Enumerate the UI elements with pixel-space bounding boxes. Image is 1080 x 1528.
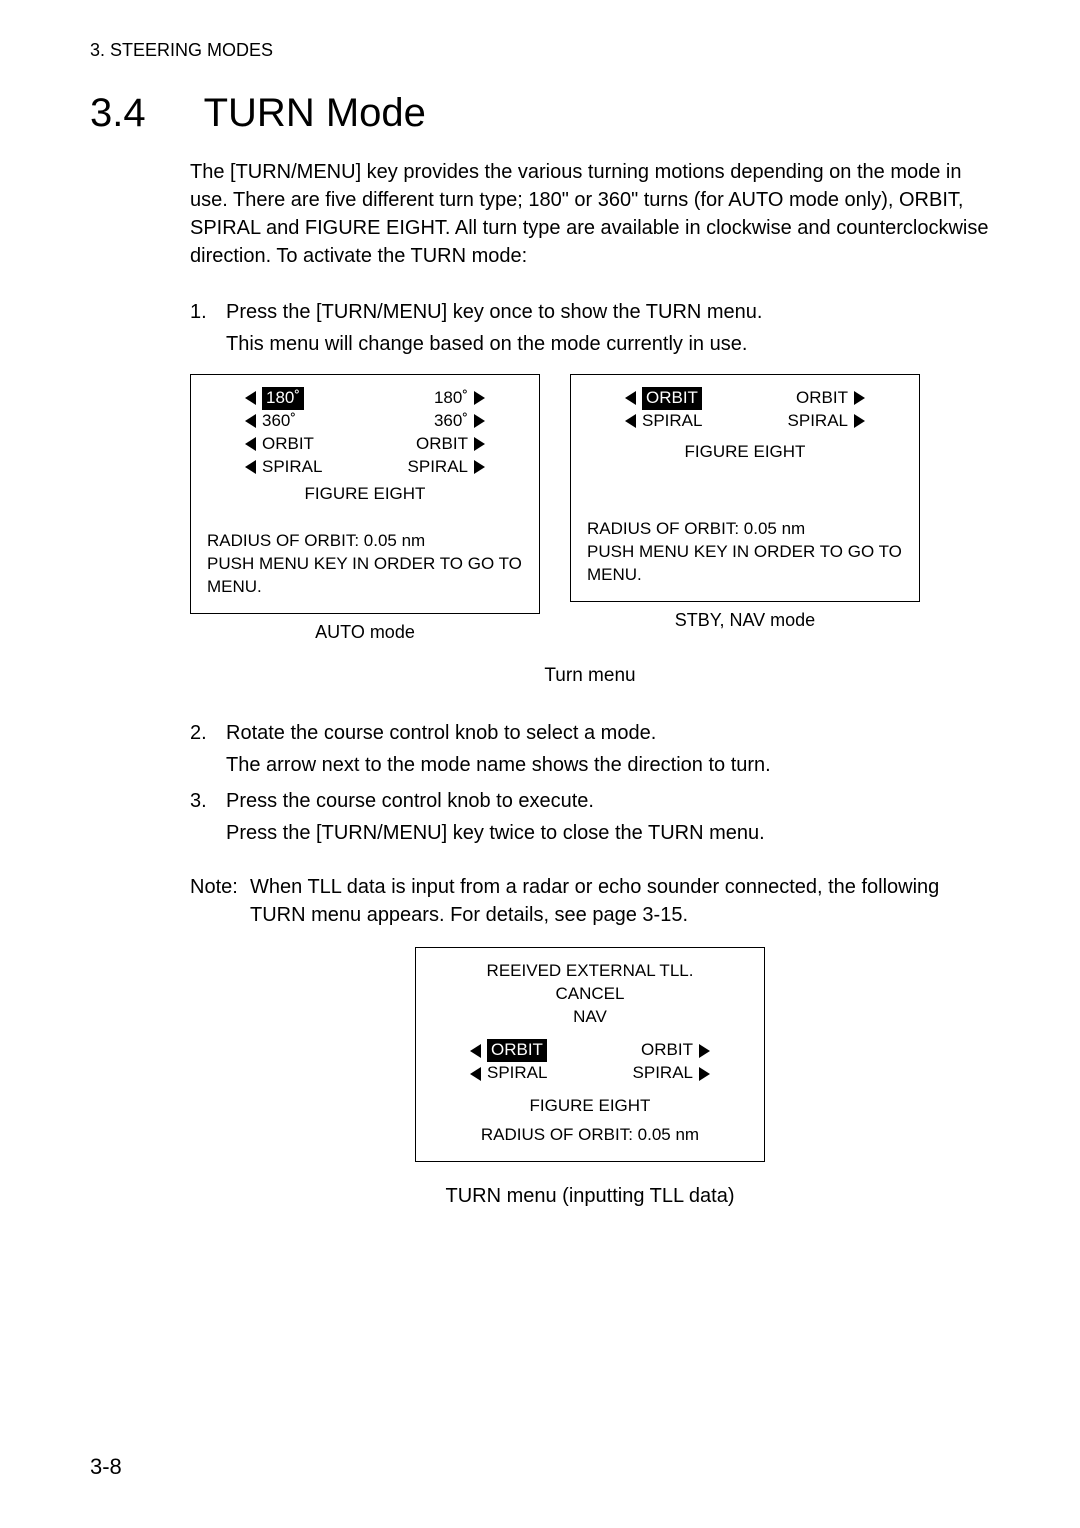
mode-label: ORBIT bbox=[416, 433, 468, 456]
arrow-left-icon bbox=[245, 414, 256, 428]
mode-label: 180˚ bbox=[434, 387, 468, 410]
mode-label: ORBIT bbox=[487, 1039, 547, 1062]
note-block: Note: When TLL data is input from a rada… bbox=[190, 873, 990, 929]
step-text: Rotate the course control knob to select… bbox=[226, 722, 656, 744]
step-number: 3. bbox=[190, 787, 212, 847]
tll-panel-caption: TURN menu (inputting TLL data) bbox=[190, 1182, 990, 1210]
mode-label: ORBIT bbox=[262, 433, 314, 456]
arrow-left-icon bbox=[470, 1067, 481, 1081]
arrow-right-icon bbox=[699, 1044, 710, 1058]
arrow-left-icon bbox=[625, 414, 636, 428]
mode-row: 360˚ 360˚ bbox=[245, 410, 485, 433]
step-subtext: The arrow next to the mode name shows th… bbox=[226, 751, 990, 779]
mode-row: ORBIT ORBIT bbox=[470, 1039, 710, 1062]
mode-label: SPIRAL bbox=[408, 456, 468, 479]
tll-head-line: REEIVED EXTERNAL TLL. bbox=[432, 960, 748, 983]
mode-label: 180˚ bbox=[262, 387, 304, 410]
tll-head-line: NAV bbox=[432, 1006, 748, 1029]
arrow-left-icon bbox=[245, 391, 256, 405]
stby-nav-panel: ORBIT ORBIT SPIRAL SPIRAL FIGURE EIGHT R… bbox=[570, 374, 920, 602]
step-text: Press the course control knob to execute… bbox=[226, 790, 594, 812]
arrow-right-icon bbox=[474, 460, 485, 474]
mode-label: 360˚ bbox=[434, 410, 468, 433]
auto-mode-panel: 180˚ 180˚ 360˚ 360˚ ORBIT ORBIT bbox=[190, 374, 540, 614]
mode-label: SPIRAL bbox=[788, 410, 848, 433]
arrow-right-icon bbox=[699, 1067, 710, 1081]
mode-row: 180˚ 180˚ bbox=[245, 387, 485, 410]
body-block: The [TURN/MENU] key provides the various… bbox=[190, 158, 990, 1210]
arrow-left-icon bbox=[470, 1044, 481, 1058]
mode-label: SPIRAL bbox=[262, 456, 322, 479]
mode-label: FIGURE EIGHT bbox=[245, 483, 485, 506]
section-heading: 3.4 TURN Mode bbox=[90, 91, 990, 136]
mode-label: ORBIT bbox=[642, 387, 702, 410]
panel-footer-line: RADIUS OF ORBIT: 0.05 nm bbox=[207, 530, 523, 553]
running-head: 3. STEERING MODES bbox=[90, 40, 990, 61]
arrow-right-icon bbox=[474, 437, 485, 451]
turn-menu-caption: Turn menu bbox=[190, 663, 990, 690]
mode-label: FIGURE EIGHT bbox=[625, 441, 865, 464]
arrow-left-icon bbox=[625, 391, 636, 405]
mode-label: SPIRAL bbox=[487, 1062, 547, 1085]
mode-label: 360˚ bbox=[262, 410, 296, 433]
tll-head-line: CANCEL bbox=[432, 983, 748, 1006]
mode-row: ORBIT ORBIT bbox=[625, 387, 865, 410]
mode-row: ORBIT ORBIT bbox=[245, 433, 485, 456]
section-number: 3.4 bbox=[90, 91, 146, 136]
step-number: 1. bbox=[190, 298, 212, 358]
page-number: 3-8 bbox=[90, 1454, 122, 1480]
note-label: Note: bbox=[190, 873, 242, 929]
arrow-left-icon bbox=[245, 460, 256, 474]
step-text: Press the [TURN/MENU] key once to show t… bbox=[226, 301, 762, 323]
arrow-left-icon bbox=[245, 437, 256, 451]
panel-footer-line: RADIUS OF ORBIT: 0.05 nm bbox=[587, 518, 903, 541]
arrow-right-icon bbox=[854, 414, 865, 428]
mode-label: SPIRAL bbox=[642, 410, 702, 433]
mode-row: SPIRAL SPIRAL bbox=[470, 1062, 710, 1085]
note-text: When TLL data is input from a radar or e… bbox=[250, 873, 990, 929]
step-number: 2. bbox=[190, 719, 212, 779]
step-subtext: This menu will change based on the mode … bbox=[226, 330, 990, 358]
arrow-right-icon bbox=[854, 391, 865, 405]
mode-label: SPIRAL bbox=[633, 1062, 693, 1085]
mode-label: ORBIT bbox=[796, 387, 848, 410]
step-subtext: Press the [TURN/MENU] key twice to close… bbox=[226, 819, 990, 847]
mode-row: SPIRAL SPIRAL bbox=[625, 410, 865, 433]
panel-footer-line: RADIUS OF ORBIT: 0.05 nm bbox=[470, 1124, 710, 1147]
tll-panel: REEIVED EXTERNAL TLL. CANCEL NAV ORBIT O… bbox=[415, 947, 765, 1162]
arrow-right-icon bbox=[474, 391, 485, 405]
panel-footer-line: PUSH MENU KEY IN ORDER TO GO TO MENU. bbox=[207, 553, 523, 599]
step-list: 1. Press the [TURN/MENU] key once to sho… bbox=[190, 298, 990, 847]
mode-label: ORBIT bbox=[641, 1039, 693, 1062]
arrow-right-icon bbox=[474, 414, 485, 428]
intro-paragraph: The [TURN/MENU] key provides the various… bbox=[190, 158, 990, 270]
mode-row: SPIRAL SPIRAL bbox=[245, 456, 485, 479]
section-title: TURN Mode bbox=[204, 91, 426, 136]
panel-caption: AUTO mode bbox=[190, 620, 540, 645]
panel-footer-line: PUSH MENU KEY IN ORDER TO GO TO MENU. bbox=[587, 541, 903, 587]
turn-menu-figure-pair: 180˚ 180˚ 360˚ 360˚ ORBIT ORBIT bbox=[190, 374, 990, 645]
panel-caption: STBY, NAV mode bbox=[570, 608, 920, 633]
mode-label: FIGURE EIGHT bbox=[470, 1095, 710, 1118]
